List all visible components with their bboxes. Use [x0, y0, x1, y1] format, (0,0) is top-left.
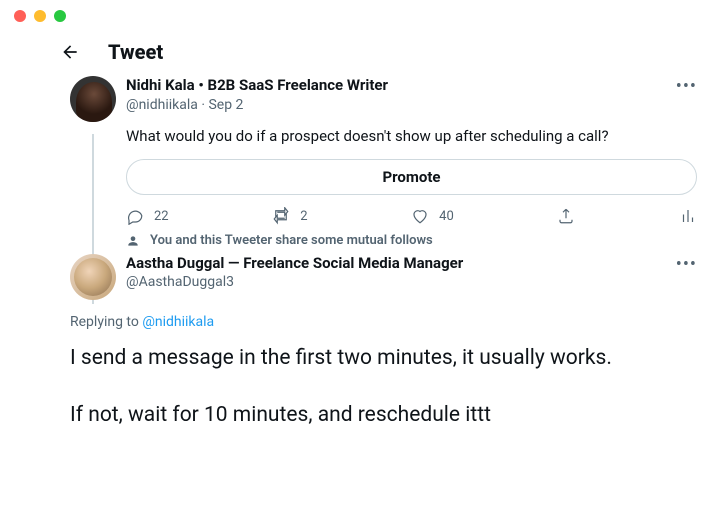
- mutual-follows-note: You and this Tweeter share some mutual f…: [126, 233, 697, 248]
- window-maximize-button[interactable]: [54, 10, 66, 22]
- author-block: Aastha Duggal — Freelance Social Media M…: [126, 254, 697, 300]
- window-titlebar: [0, 0, 717, 32]
- person-icon: [126, 234, 140, 248]
- analytics-button[interactable]: [679, 207, 697, 225]
- page-title: Tweet: [108, 40, 163, 64]
- like-count: 40: [439, 209, 454, 224]
- author-block: Nidhi Kala • B2B SaaS Freelance Writer @…: [126, 76, 697, 122]
- author-name[interactable]: Nidhi Kala • B2B SaaS Freelance Writer: [126, 76, 697, 96]
- reply-tweet: Aastha Duggal — Freelance Social Media M…: [0, 254, 717, 429]
- page-header: Tweet: [0, 32, 717, 76]
- reply-paragraph: If not, wait for 10 minutes, and resched…: [70, 401, 697, 429]
- reply-button[interactable]: 22: [126, 207, 169, 225]
- author-name[interactable]: Aastha Duggal — Freelance Social Media M…: [126, 254, 697, 274]
- author-handle[interactable]: @AasthaDuggal3: [126, 274, 697, 290]
- tweet-header: Nidhi Kala • B2B SaaS Freelance Writer @…: [70, 76, 697, 122]
- retweet-icon: [272, 207, 290, 225]
- tweet-actions: 22 2 40: [126, 207, 697, 225]
- window-minimize-button[interactable]: [34, 10, 46, 22]
- back-arrow-icon[interactable]: [60, 42, 80, 62]
- replying-to-mention[interactable]: @nidhiikala: [142, 314, 214, 330]
- reply-icon: [126, 207, 144, 225]
- share-icon: [557, 207, 575, 225]
- window-close-button[interactable]: [14, 10, 26, 22]
- heart-icon: [411, 207, 429, 225]
- original-tweet: Nidhi Kala • B2B SaaS Freelance Writer @…: [0, 76, 717, 248]
- share-button[interactable]: [557, 207, 575, 225]
- reply-text: I send a message in the first two minute…: [70, 344, 697, 429]
- analytics-icon: [679, 207, 697, 225]
- reply-count: 22: [154, 209, 169, 224]
- app-window: Tweet Nidhi Kala • B2B SaaS Freelance Wr…: [0, 0, 717, 522]
- promote-button[interactable]: Promote: [126, 159, 697, 195]
- tweet-text: What would you do if a prospect doesn't …: [126, 126, 697, 147]
- more-options-button[interactable]: •••: [676, 76, 697, 97]
- more-options-button[interactable]: •••: [676, 254, 697, 275]
- author-meta: @nidhiikala · Sep 2: [126, 96, 697, 114]
- reply-paragraph: I send a message in the first two minute…: [70, 344, 697, 372]
- tweet-date[interactable]: Sep 2: [208, 97, 243, 113]
- replying-to-line: Replying to @nidhiikala: [70, 314, 697, 330]
- reply-header: Aastha Duggal — Freelance Social Media M…: [70, 254, 697, 300]
- retweet-count: 2: [300, 209, 307, 224]
- retweet-button[interactable]: 2: [272, 207, 307, 225]
- avatar[interactable]: [70, 76, 116, 122]
- like-button[interactable]: 40: [411, 207, 454, 225]
- replying-to-label: Replying to: [70, 314, 142, 330]
- avatar[interactable]: [70, 254, 116, 300]
- author-handle[interactable]: @nidhiikala: [126, 97, 198, 113]
- mutual-follows-text: You and this Tweeter share some mutual f…: [150, 233, 433, 248]
